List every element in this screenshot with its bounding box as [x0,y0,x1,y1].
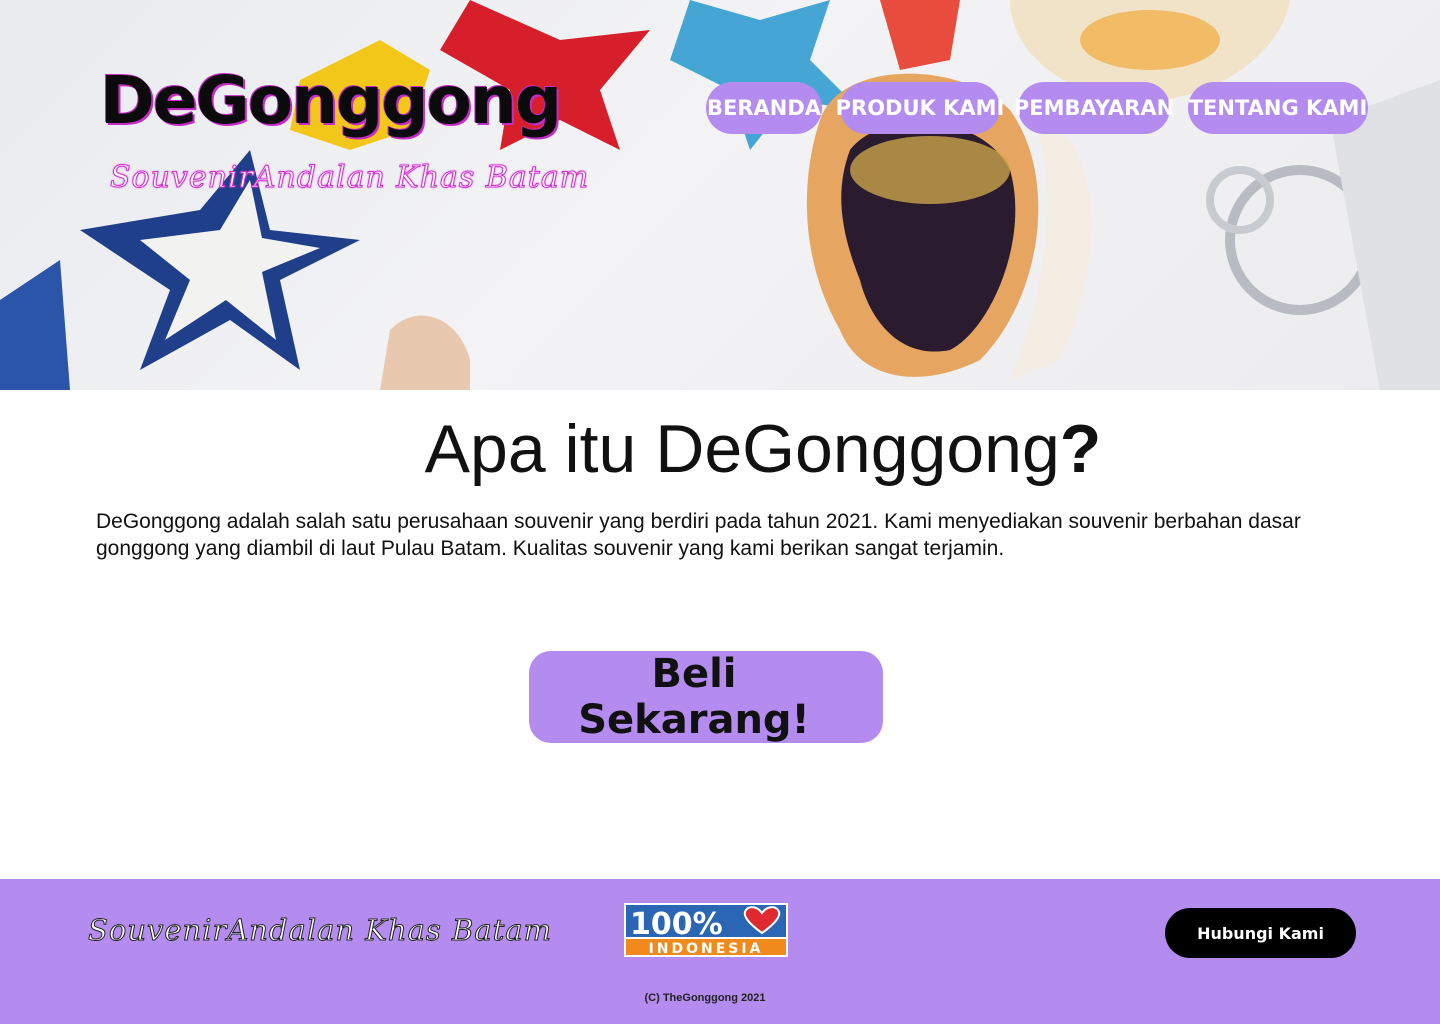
page-title-mark: ? [1059,411,1102,487]
hero-souvenir-photo [0,0,1440,390]
copyright: (C) TheGonggong 2021 [644,992,766,1004]
footer: SouvenirAndalan Khas Batam 100% INDONESI… [0,879,1440,1024]
nav-tentang-kami[interactable]: TENTANG KAMI [1188,82,1368,134]
contact-button[interactable]: Hubungi Kami [1165,908,1356,958]
buy-now-button[interactable]: Beli Sekarang! [529,651,883,743]
nav-pembayaran[interactable]: PEMBAYARAN [1014,82,1174,134]
nav-beranda[interactable]: BERANDA [706,82,822,134]
nav-produk-kami[interactable]: PRODUK KAMI [836,82,1004,134]
brand-tagline: SouvenirAndalan Khas Batam [109,160,590,196]
page-title: Apa itu DeGonggong? [0,410,1440,488]
badge-bottom-text: INDONESIA [649,941,764,957]
badge-top-text: 100% [630,907,723,942]
main-nav: BERANDA PRODUK KAMI PEMBAYARAN TENTANG K… [706,82,1368,134]
indonesia-badge: 100% INDONESIA [624,903,788,957]
brand-logo[interactable]: DeGonggong [100,62,562,139]
hero-banner: DeGonggong SouvenirAndalan Khas Batam BE… [0,0,1440,390]
page-title-text: Apa itu DeGonggong [424,411,1060,487]
footer-tagline: SouvenirAndalan Khas Batam [87,913,553,948]
intro-paragraph: DeGonggong adalah salah satu perusahaan … [96,510,1301,560]
